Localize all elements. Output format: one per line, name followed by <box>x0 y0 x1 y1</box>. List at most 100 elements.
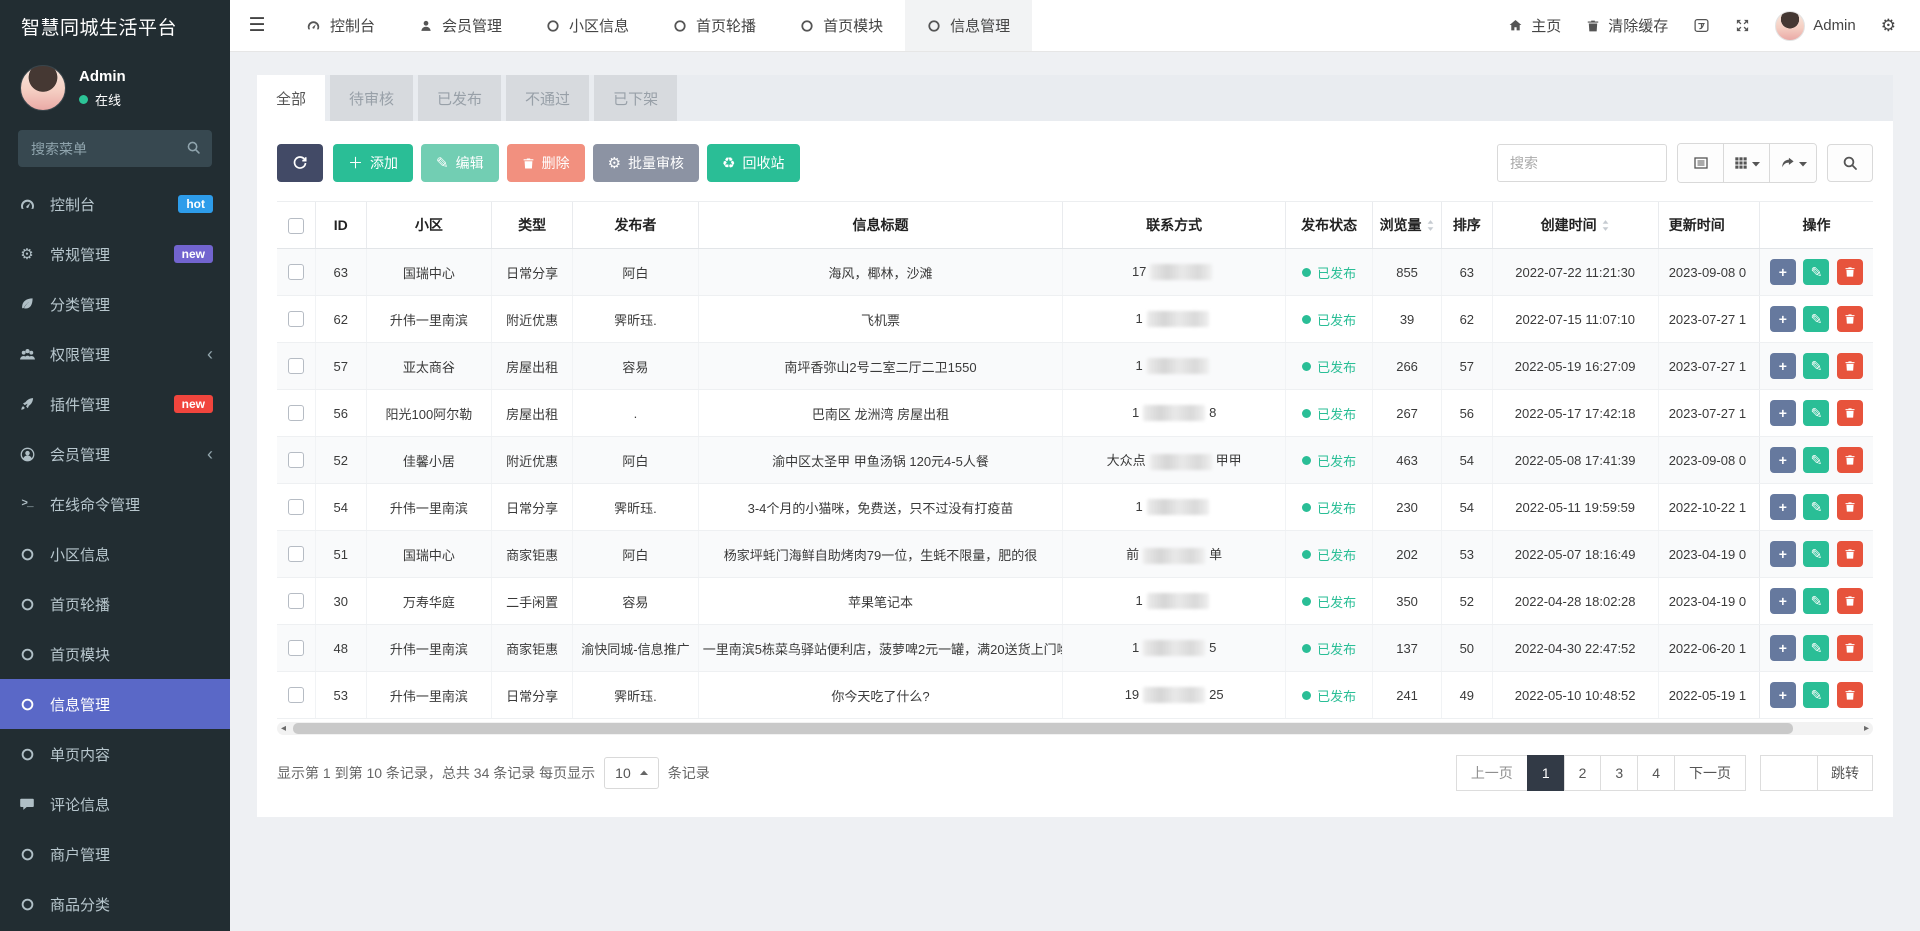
edit-row-button[interactable]: ✎ <box>1803 447 1829 473</box>
sidebar-item-category-management[interactable]: 分类管理 <box>0 279 230 329</box>
page-button[interactable]: 2 <box>1564 755 1602 791</box>
scroll-right-icon[interactable]: ▸ <box>1864 722 1869 735</box>
filter-tab[interactable]: 已发布 <box>418 75 501 121</box>
col-created[interactable]: 创建时间 <box>1492 202 1658 249</box>
page-size-dropdown[interactable]: 10 <box>604 757 659 789</box>
sidebar-item-dashboard[interactable]: 控制台 hot <box>0 179 230 229</box>
expand-row-button[interactable]: + <box>1770 400 1796 426</box>
select-all-checkbox[interactable] <box>288 218 304 234</box>
scroll-left-icon[interactable]: ◂ <box>281 722 286 735</box>
user-menu[interactable]: Admin <box>1775 11 1856 41</box>
prev-page-button[interactable]: 上一页 <box>1456 755 1528 791</box>
sidebar-item-plugin-management[interactable]: 插件管理 new <box>0 379 230 429</box>
expand-row-button[interactable]: + <box>1770 682 1796 708</box>
edit-row-button[interactable]: ✎ <box>1803 306 1829 332</box>
delete-row-button[interactable] <box>1837 259 1863 285</box>
columns-dropdown-button[interactable] <box>1724 144 1770 182</box>
topnav-tab-home-modules[interactable]: 首页模块 <box>778 0 905 51</box>
row-checkbox[interactable] <box>288 546 304 562</box>
expand-row-button[interactable]: + <box>1770 494 1796 520</box>
edit-row-button[interactable]: ✎ <box>1803 541 1829 567</box>
delete-row-button[interactable] <box>1837 306 1863 332</box>
row-checkbox[interactable] <box>288 687 304 703</box>
edit-row-button[interactable]: ✎ <box>1803 588 1829 614</box>
expand-row-button[interactable]: + <box>1770 447 1796 473</box>
menu-search-input[interactable] <box>18 130 212 167</box>
row-checkbox[interactable] <box>288 640 304 656</box>
page-button[interactable]: 1 <box>1527 755 1565 791</box>
row-checkbox[interactable] <box>288 593 304 609</box>
add-button[interactable]: ＋ 添加 <box>333 144 413 182</box>
delete-button[interactable]: 删除 <box>507 144 585 182</box>
row-checkbox[interactable] <box>288 264 304 280</box>
sidebar-item-comments[interactable]: 评论信息 <box>0 779 230 829</box>
sidebar-item-product-category[interactable]: 商品分类 <box>0 879 230 929</box>
search-button[interactable] <box>1827 144 1873 182</box>
delete-row-button[interactable] <box>1837 353 1863 379</box>
expand-row-button[interactable]: + <box>1770 541 1796 567</box>
delete-row-button[interactable] <box>1837 588 1863 614</box>
expand-row-button[interactable]: + <box>1770 588 1796 614</box>
next-page-button[interactable]: 下一页 <box>1674 755 1746 791</box>
expand-row-button[interactable]: + <box>1770 635 1796 661</box>
delete-row-button[interactable] <box>1837 682 1863 708</box>
jump-page-input[interactable] <box>1760 755 1818 791</box>
row-checkbox[interactable] <box>288 452 304 468</box>
sidebar-item-home-carousel[interactable]: 首页轮播 <box>0 579 230 629</box>
page-button[interactable]: 3 <box>1600 755 1638 791</box>
sidebar-item-general-management[interactable]: ⚙ 常规管理 new <box>0 229 230 279</box>
topnav-tab-community-info[interactable]: 小区信息 <box>524 0 651 51</box>
sidebar-item-community-info[interactable]: 小区信息 <box>0 529 230 579</box>
expand-row-button[interactable]: + <box>1770 353 1796 379</box>
sidebar-item-info-management[interactable]: 信息管理 <box>0 679 230 729</box>
edit-button[interactable]: ✎ 编辑 <box>421 144 499 182</box>
page-button[interactable]: 4 <box>1637 755 1675 791</box>
sidebar-item-member-management[interactable]: 会员管理 ‹ <box>0 429 230 479</box>
delete-row-button[interactable] <box>1837 400 1863 426</box>
horizontal-scrollbar[interactable]: ◂ ▸ <box>277 722 1873 735</box>
row-checkbox[interactable] <box>288 499 304 515</box>
row-checkbox[interactable] <box>288 358 304 374</box>
topnav-tab-info-management[interactable]: 信息管理 <box>905 0 1032 51</box>
batch-audit-button[interactable]: ⚙ 批量审核 <box>593 144 699 182</box>
edit-row-button[interactable]: ✎ <box>1803 682 1829 708</box>
topnav-tab-dashboard[interactable]: 控制台 <box>284 0 397 51</box>
edit-row-button[interactable]: ✎ <box>1803 400 1829 426</box>
sidebar-item-online-command[interactable]: >_ 在线命令管理 <box>0 479 230 529</box>
delete-row-button[interactable] <box>1837 494 1863 520</box>
delete-row-button[interactable] <box>1837 541 1863 567</box>
filter-tab[interactable]: 不通过 <box>506 75 589 121</box>
row-checkbox[interactable] <box>288 311 304 327</box>
edit-row-button[interactable]: ✎ <box>1803 259 1829 285</box>
filter-tab[interactable]: 待审核 <box>330 75 413 121</box>
topnav-tab-member-management[interactable]: 会员管理 <box>397 0 524 51</box>
language-button[interactable] <box>1693 17 1710 34</box>
delete-row-button[interactable] <box>1837 635 1863 661</box>
filter-tab[interactable]: 全部 <box>257 75 325 121</box>
sidebar-item-permission-management[interactable]: 权限管理 ‹ <box>0 329 230 379</box>
edit-row-button[interactable]: ✎ <box>1803 494 1829 520</box>
edit-row-button[interactable]: ✎ <box>1803 353 1829 379</box>
home-button[interactable]: 主页 <box>1508 15 1561 36</box>
fullscreen-button[interactable] <box>1735 18 1750 33</box>
filter-tab[interactable]: 已下架 <box>594 75 677 121</box>
hamburger-menu-icon[interactable]: ☰ <box>230 0 284 51</box>
col-views[interactable]: 浏览量 <box>1373 202 1442 249</box>
expand-row-button[interactable]: + <box>1770 306 1796 332</box>
sidebar-item-merchant-management[interactable]: 商户管理 <box>0 829 230 879</box>
expand-row-button[interactable]: + <box>1770 259 1796 285</box>
delete-row-button[interactable] <box>1837 447 1863 473</box>
export-dropdown-button[interactable] <box>1770 144 1816 182</box>
table-search-input[interactable] <box>1497 144 1667 182</box>
edit-row-button[interactable]: ✎ <box>1803 635 1829 661</box>
settings-button[interactable]: ⚙ <box>1881 17 1896 34</box>
refresh-button[interactable] <box>277 144 323 182</box>
recycle-bin-button[interactable]: ♻ 回收站 <box>707 144 799 182</box>
topnav-tab-home-carousel[interactable]: 首页轮播 <box>651 0 778 51</box>
clear-cache-button[interactable]: 清除缓存 <box>1586 15 1668 36</box>
sidebar-item-single-page[interactable]: 单页内容 <box>0 729 230 779</box>
scrollbar-thumb[interactable] <box>293 723 1793 734</box>
detail-view-button[interactable] <box>1678 144 1724 182</box>
sidebar-item-home-modules[interactable]: 首页模块 <box>0 629 230 679</box>
jump-button[interactable]: 跳转 <box>1817 755 1873 791</box>
